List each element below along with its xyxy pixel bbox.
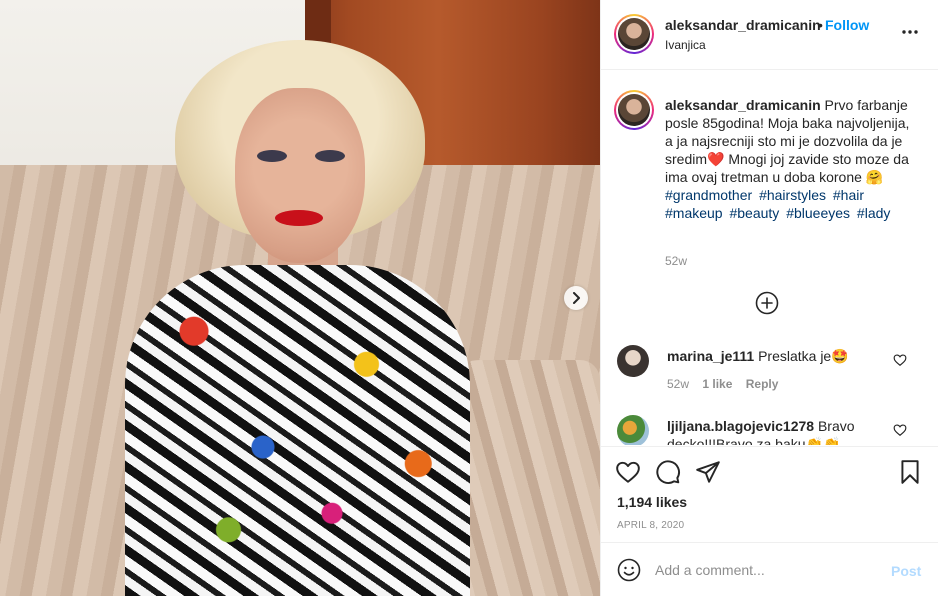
photo-shirt xyxy=(125,265,470,596)
more-horizontal-icon xyxy=(902,30,918,34)
hashtag-link[interactable]: #grandmother xyxy=(665,187,752,203)
comment-bubble-icon[interactable] xyxy=(655,459,681,485)
comment-body: ljiljana.blagojevic1278 Bravo decko!!!Br… xyxy=(667,417,889,445)
follow-separator: • xyxy=(818,17,823,33)
next-photo-button[interactable] xyxy=(564,286,588,310)
caption-timestamp[interactable]: 52w xyxy=(665,254,687,268)
commenter-avatar[interactable] xyxy=(617,345,649,377)
emoji-smiley-icon[interactable] xyxy=(617,558,641,582)
share-paper-plane-icon[interactable] xyxy=(695,459,721,485)
like-heart-icon[interactable] xyxy=(615,459,641,485)
photo-face xyxy=(235,88,365,263)
commenter-username[interactable]: marina_je111 xyxy=(667,348,754,364)
comment-text: Preslatka je🤩 xyxy=(758,348,849,364)
heart-emoji: ❤️ xyxy=(707,151,725,167)
hashtag-link[interactable]: #beauty xyxy=(729,205,779,221)
chevron-right-icon xyxy=(573,292,580,304)
add-comment-bar: Post xyxy=(601,542,938,596)
post-date[interactable]: APRIL 8, 2020 xyxy=(617,520,684,531)
comments-list: marina_je111 Preslatka je🤩 52w 1 like Re… xyxy=(601,335,938,445)
post-comment-button[interactable]: Post xyxy=(891,563,921,579)
post-side-panel: aleksandar_dramicanin • Follow Ivanjica … xyxy=(600,0,938,596)
smile-emoji: 🤗 xyxy=(865,169,884,185)
post-photo[interactable] xyxy=(0,0,600,596)
photo-eye-right xyxy=(315,150,345,162)
post-actions: 1,194 likes APRIL 8, 2020 xyxy=(601,446,938,542)
comment-likes-count[interactable]: 1 like xyxy=(702,377,732,391)
caption-username[interactable]: aleksandar_dramicanin xyxy=(665,97,821,113)
author-avatar[interactable] xyxy=(614,14,654,54)
hashtag-link[interactable]: #hairstyles xyxy=(759,187,826,203)
comment-body: marina_je111 Preslatka je🤩 xyxy=(667,347,889,365)
follow-button[interactable]: Follow xyxy=(825,17,869,33)
comment-meta: 52w 1 like Reply xyxy=(667,377,788,391)
load-more-comments-button[interactable] xyxy=(755,291,779,315)
commenter-avatar[interactable] xyxy=(617,415,649,445)
author-avatar-image xyxy=(618,18,650,50)
comment-timestamp[interactable]: 52w xyxy=(667,377,689,391)
post-caption: aleksandar_dramicanin Prvo farbanje posl… xyxy=(665,96,917,222)
post-header: aleksandar_dramicanin • Follow Ivanjica xyxy=(601,0,938,70)
hashtag-list: #grandmother #hairstyles #hair #makeup #… xyxy=(665,187,893,221)
comment-like-heart-icon[interactable] xyxy=(893,423,907,437)
comment-item: ljiljana.blagojevic1278 Bravo decko!!!Br… xyxy=(617,415,927,445)
hashtag-link[interactable]: #blueeyes xyxy=(786,205,850,221)
photo-eye-left xyxy=(257,150,287,162)
comment-like-heart-icon[interactable] xyxy=(893,353,907,367)
author-username[interactable]: aleksandar_dramicanin xyxy=(665,17,821,33)
more-options-button[interactable] xyxy=(901,24,921,44)
hashtag-link[interactable]: #lady xyxy=(857,205,890,221)
hashtag-link[interactable]: #hair xyxy=(833,187,864,203)
caption-avatar[interactable] xyxy=(614,90,654,130)
bookmark-save-icon[interactable] xyxy=(897,459,923,485)
add-comment-input[interactable] xyxy=(655,557,883,583)
plus-circle-icon xyxy=(755,291,779,315)
likes-count[interactable]: 1,194 likes xyxy=(617,494,687,510)
comment-reply-button[interactable]: Reply xyxy=(746,377,779,391)
commenter-username[interactable]: ljiljana.blagojevic1278 xyxy=(667,418,814,434)
post-location[interactable]: Ivanjica xyxy=(665,38,706,52)
hashtag-link[interactable]: #makeup xyxy=(665,205,723,221)
caption-avatar-image xyxy=(618,94,650,126)
comment-item: marina_je111 Preslatka je🤩 52w 1 like Re… xyxy=(617,345,927,405)
photo-lips xyxy=(275,210,323,226)
